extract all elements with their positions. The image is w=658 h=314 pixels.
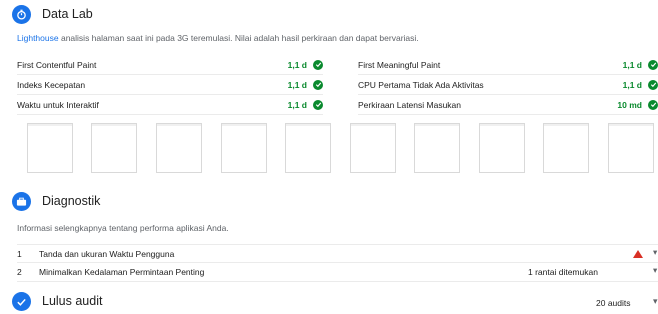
data-lab-description: Lighthouse analisis halaman saat ini pad… (17, 33, 419, 43)
check-circle-icon (313, 79, 323, 90)
diagnostik-description: Informasi selengkapnya tentang performa … (17, 223, 229, 233)
filmstrip-thumbnail (156, 123, 202, 173)
filmstrip-thumbnail (285, 123, 331, 173)
check-circle-icon (648, 79, 658, 90)
check-circle-icon (648, 99, 658, 110)
metric-value: 1,1 d (287, 59, 307, 70)
metric-row: First Contentful Paint 1,1 d (17, 55, 323, 75)
chevron-down-icon[interactable]: ▾ (653, 247, 657, 258)
filmstrip-thumbnail (543, 123, 589, 173)
check-circle-icon (12, 292, 31, 311)
check-circle-icon (313, 59, 323, 70)
check-circle-icon (313, 99, 323, 110)
check-circle-icon (648, 59, 658, 70)
metric-label: First Contentful Paint (17, 59, 97, 70)
audit-label: Minimalkan Kedalaman Permintaan Penting (39, 267, 205, 277)
audit-number: 1 (17, 249, 22, 259)
filmstrip-thumbnail (27, 123, 73, 173)
metric-value: 1,1 d (287, 79, 307, 90)
section-title-lulus-audit[interactable]: Lulus audit (42, 294, 102, 308)
metric-value: 1,1 d (622, 79, 642, 90)
metric-row: Perkiraan Latensi Masukan 10 md (358, 95, 658, 115)
filmstrip-thumbnail (608, 123, 654, 173)
metrics-right: First Meaningful Paint 1,1 d CPU Pertama… (358, 55, 658, 115)
metric-row: Indeks Kecepatan 1,1 d (17, 75, 323, 95)
metric-row: First Meaningful Paint 1,1 d (358, 55, 658, 75)
filmstrip-thumbnail (221, 123, 267, 173)
chevron-down-icon[interactable]: ▾ (653, 296, 658, 307)
metric-value: 10 md (617, 99, 642, 110)
filmstrip-thumbnail (91, 123, 137, 173)
metric-label: First Meaningful Paint (358, 59, 441, 70)
metric-label: CPU Pertama Tidak Ada Aktivitas (358, 79, 484, 90)
audit-row-critical-request-chains[interactable]: 2 Minimalkan Kedalaman Permintaan Pentin… (17, 262, 658, 282)
audit-row-user-timings[interactable]: 1 Tanda dan ukuran Waktu Pengguna ▾ (17, 244, 658, 263)
filmstrip-thumbnail (479, 123, 525, 173)
section-title-diagnostik: Diagnostik (42, 194, 101, 208)
metric-label: Perkiraan Latensi Masukan (358, 99, 462, 110)
data-lab-description-text: analisis halaman saat ini pada 3G teremu… (60, 33, 419, 43)
lighthouse-link[interactable]: Lighthouse (17, 33, 59, 43)
metric-row: CPU Pertama Tidak Ada Aktivitas 1,1 d (358, 75, 658, 95)
metrics-left: First Contentful Paint 1,1 d Indeks Kece… (17, 55, 323, 115)
audit-label: Tanda dan ukuran Waktu Pengguna (39, 249, 175, 259)
toolbox-icon (12, 192, 31, 211)
warning-triangle-icon (633, 250, 643, 260)
audit-number: 2 (17, 267, 22, 277)
filmstrip-thumbnail (350, 123, 396, 173)
metric-value: 1,1 d (287, 99, 307, 110)
passed-audits-count: 20 audits (596, 298, 631, 308)
metric-value: 1,1 d (622, 59, 642, 70)
metric-label: Indeks Kecepatan (17, 79, 86, 90)
stopwatch-icon (12, 5, 31, 24)
metric-row: Waktu untuk Interaktif 1,1 d (17, 95, 323, 115)
metric-label: Waktu untuk Interaktif (17, 99, 99, 110)
filmstrip-thumbnail (414, 123, 460, 173)
audit-detail: 1 rantai ditemukan (528, 267, 598, 277)
chevron-down-icon[interactable]: ▾ (653, 265, 657, 276)
section-title-data-lab: Data Lab (42, 7, 93, 21)
